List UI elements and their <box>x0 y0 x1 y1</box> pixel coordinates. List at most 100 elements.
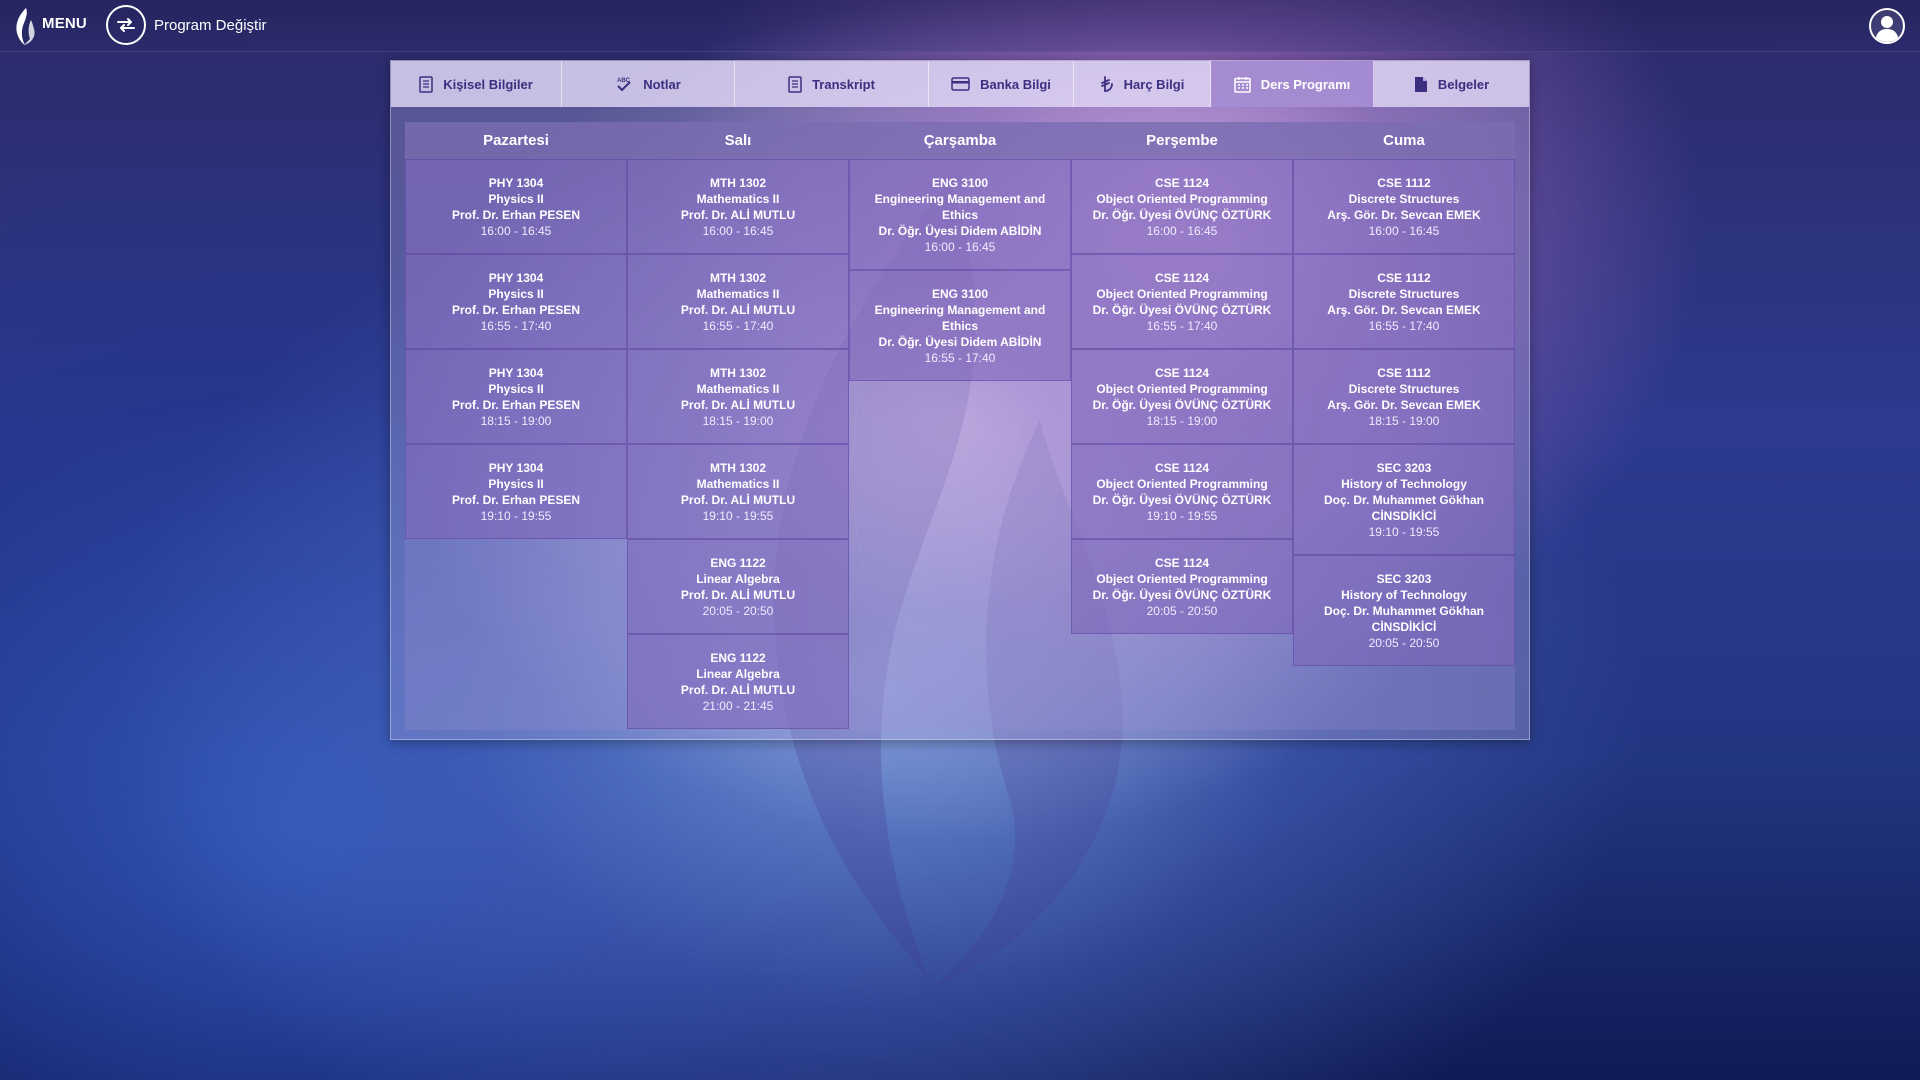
tab-label: Banka Bilgi <box>980 76 1051 92</box>
course-cell[interactable]: CSE 1124 Object Oriented Programming Dr. Ö… <box>1071 159 1293 254</box>
course-instructor: Arş. Gör. Dr. Sevcan EMEK <box>1327 397 1481 412</box>
user-avatar-icon[interactable] <box>1869 8 1905 44</box>
course-time: 16:00 - 16:45 <box>924 239 996 254</box>
course-instructor: Dr. Öğr. Üyesi Didem ABİDİN <box>878 223 1042 238</box>
course-cell[interactable]: CSE 1124 Object Oriented Programming Dr. Ö… <box>1071 349 1293 444</box>
student-info-panel: Kişisel Bilgiler ABC Notlar Transkript B… <box>390 60 1530 740</box>
tab-banka-bilgi[interactable]: Banka Bilgi <box>929 61 1074 107</box>
course-time: 16:55 - 17:40 <box>1146 318 1218 333</box>
tab-label: Kişisel Bilgiler <box>443 76 533 92</box>
course-name: Mathematics II <box>696 191 780 206</box>
day-column-cuma: CSE 1112 Discrete Structures Arş. Gör. Dr.… <box>1293 159 1515 729</box>
lira-icon <box>1100 75 1113 92</box>
course-time: 21:00 - 21:45 <box>702 698 774 713</box>
day-column-persembe: CSE 1124 Object Oriented Programming Dr. Ö… <box>1071 159 1293 729</box>
credit-card-icon <box>951 77 970 91</box>
day-column-carsamba: ENG 3100 Engineering Management and Ethic… <box>849 159 1071 729</box>
course-time: 16:55 - 17:40 <box>924 350 996 365</box>
course-cell[interactable]: SEC 3203 History of Technology Doç. Dr. Mu… <box>1293 444 1515 555</box>
course-cell[interactable]: PHY 1304 Physics II Prof. Dr. Erhan PESEN 1… <box>405 349 627 444</box>
document-icon <box>788 75 802 93</box>
course-cell[interactable]: ENG 1122 Linear Algebra Prof. Dr. ALİ MUTL… <box>627 634 849 729</box>
course-cell[interactable]: MTH 1302 Mathematics II Prof. Dr. ALİ MUTL… <box>627 254 849 349</box>
course-name: Object Oriented Programming <box>1096 286 1268 301</box>
course-name: Linear Algebra <box>696 571 780 586</box>
course-cell[interactable]: CSE 1112 Discrete Structures Arş. Gör. Dr.… <box>1293 254 1515 349</box>
course-code: ENG 1122 <box>710 650 766 665</box>
course-name: Linear Algebra <box>696 666 780 681</box>
course-code: CSE 1112 <box>1377 175 1431 190</box>
abc-check-icon: ABC <box>617 78 631 92</box>
file-icon <box>1414 76 1427 92</box>
tab-ders-programi[interactable]: Ders Programı <box>1211 61 1374 107</box>
course-cell[interactable]: MTH 1302 Mathematics II Prof. Dr. ALİ MUTL… <box>627 349 849 444</box>
course-name: Discrete Structures <box>1348 381 1460 396</box>
course-code: PHY 1304 <box>488 270 544 285</box>
course-time: 16:00 - 16:45 <box>1368 223 1440 238</box>
course-time: 19:10 - 19:55 <box>1368 524 1440 539</box>
course-name: Physics II <box>488 381 544 396</box>
tab-belgeler[interactable]: Belgeler <box>1374 61 1529 107</box>
course-name: Discrete Structures <box>1348 191 1460 206</box>
course-instructor: Prof. Dr. ALİ MUTLU <box>680 302 796 317</box>
course-code: PHY 1304 <box>488 460 544 475</box>
tab-transkript[interactable]: Transkript <box>735 61 929 107</box>
course-cell[interactable]: ENG 1122 Linear Algebra Prof. Dr. ALİ MUTL… <box>627 539 849 634</box>
course-name: History of Technology <box>1341 587 1467 602</box>
course-code: MTH 1302 <box>709 460 767 475</box>
course-instructor: Arş. Gör. Dr. Sevcan EMEK <box>1327 207 1481 222</box>
course-instructor: Doç. Dr. Muhammet Gökhan CİNSDİKİCİ <box>1323 603 1485 634</box>
course-cell[interactable]: CSE 1112 Discrete Structures Arş. Gör. Dr.… <box>1293 159 1515 254</box>
course-code: ENG 1122 <box>710 555 766 570</box>
schedule-columns: PHY 1304 Physics II Prof. Dr. Erhan PESEN 1… <box>405 159 1515 729</box>
course-instructor: Prof. Dr. Erhan PESEN <box>451 397 581 412</box>
course-code: MTH 1302 <box>709 175 767 190</box>
program-change-button[interactable]: Program Değiştir <box>106 5 267 45</box>
course-cell[interactable]: CSE 1112 Discrete Structures Arş. Gör. Dr.… <box>1293 349 1515 444</box>
course-time: 18:15 - 19:00 <box>1146 413 1218 428</box>
course-code: CSE 1124 <box>1154 460 1210 475</box>
tab-label: Notlar <box>643 76 681 92</box>
course-cell[interactable]: SEC 3203 History of Technology Doç. Dr. Mu… <box>1293 555 1515 666</box>
course-cell[interactable]: PHY 1304 Physics II Prof. Dr. Erhan PESEN 1… <box>405 159 627 254</box>
university-logo-icon[interactable] <box>12 6 38 46</box>
course-instructor: Prof. Dr. ALİ MUTLU <box>680 207 796 222</box>
course-name: Physics II <box>488 191 544 206</box>
course-name: Engineering Management and Ethics <box>874 191 1046 222</box>
course-code: CSE 1124 <box>1154 555 1210 570</box>
course-time: 16:00 - 16:45 <box>702 223 774 238</box>
course-time: 20:05 - 20:50 <box>1368 635 1440 650</box>
course-cell[interactable]: MTH 1302 Mathematics II Prof. Dr. ALİ MUTL… <box>627 159 849 254</box>
course-cell[interactable]: PHY 1304 Physics II Prof. Dr. Erhan PESEN 1… <box>405 444 627 539</box>
course-cell[interactable]: CSE 1124 Object Oriented Programming Dr. Ö… <box>1071 539 1293 634</box>
course-time: 16:55 - 17:40 <box>1368 318 1440 333</box>
course-name: Object Oriented Programming <box>1096 476 1268 491</box>
course-code: ENG 3100 <box>931 286 989 301</box>
course-instructor: Prof. Dr. Erhan PESEN <box>451 207 581 222</box>
course-time: 18:15 - 19:00 <box>1368 413 1440 428</box>
tab-label: Harç Bilgi <box>1123 76 1185 92</box>
course-cell[interactable]: CSE 1124 Object Oriented Programming Dr. Ö… <box>1071 254 1293 349</box>
course-code: SEC 3203 <box>1376 571 1432 586</box>
menu-button[interactable]: MENU <box>42 15 87 32</box>
course-cell[interactable]: PHY 1304 Physics II Prof. Dr. Erhan PESEN 1… <box>405 254 627 349</box>
course-cell[interactable]: ENG 3100 Engineering Management and Ethic… <box>849 270 1071 381</box>
tab-label: Transkript <box>812 76 875 92</box>
course-cell[interactable]: CSE 1124 Object Oriented Programming Dr. Ö… <box>1071 444 1293 539</box>
course-name: Object Oriented Programming <box>1096 571 1268 586</box>
course-instructor: Doç. Dr. Muhammet Gökhan CİNSDİKİCİ <box>1323 492 1485 523</box>
tab-notlar[interactable]: ABC Notlar <box>562 61 735 107</box>
course-code: PHY 1304 <box>488 365 544 380</box>
course-instructor: Dr. Öğr. Üyesi ÖVÜNÇ ÖZTÜRK <box>1092 492 1272 507</box>
day-header-persembe: Perşembe <box>1146 132 1218 149</box>
course-code: CSE 1112 <box>1377 270 1431 285</box>
course-cell[interactable]: ENG 3100 Engineering Management and Ethic… <box>849 159 1071 270</box>
course-time: 16:00 - 16:45 <box>480 223 552 238</box>
tab-harc-bilgi[interactable]: Harç Bilgi <box>1074 61 1211 107</box>
course-instructor: Prof. Dr. ALİ MUTLU <box>680 492 796 507</box>
course-code: ENG 3100 <box>931 175 989 190</box>
tab-kisisel-bilgiler[interactable]: Kişisel Bilgiler <box>391 61 562 107</box>
course-name: Physics II <box>488 476 544 491</box>
course-code: CSE 1124 <box>1154 175 1210 190</box>
course-cell[interactable]: MTH 1302 Mathematics II Prof. Dr. ALİ MUTL… <box>627 444 849 539</box>
